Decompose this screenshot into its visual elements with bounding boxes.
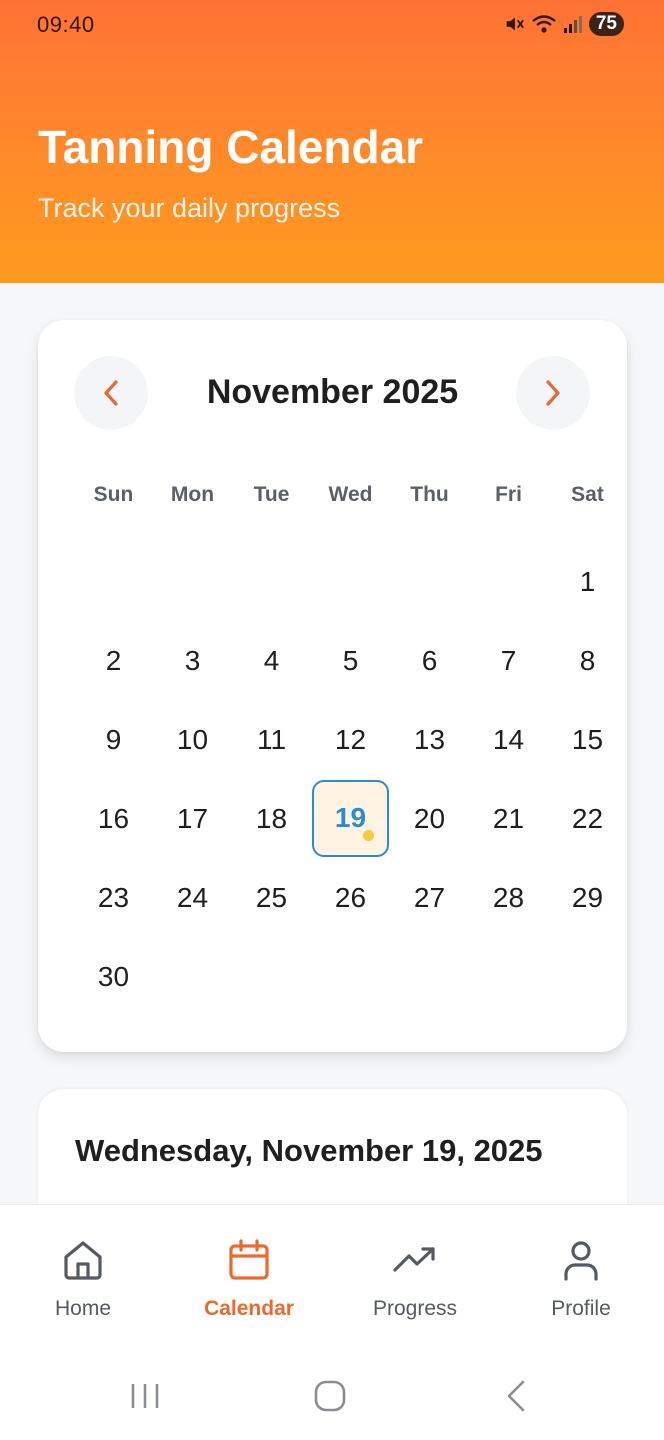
event-indicator-dot <box>363 830 374 841</box>
weekday-label: Fri <box>495 483 522 506</box>
weekday-label: Sun <box>93 483 134 506</box>
calendar-day[interactable]: 11 <box>232 700 311 779</box>
calendar-day[interactable]: 3 <box>153 621 232 700</box>
status-bar: 09:40 75 <box>0 0 664 52</box>
calendar-day[interactable]: 29 <box>548 858 627 937</box>
recent-apps-icon[interactable] <box>125 1376 165 1416</box>
system-navigation-bar <box>0 1348 664 1440</box>
calendar-day[interactable]: 7 <box>469 621 548 700</box>
nav-label-profile: Profile <box>551 1297 611 1320</box>
weekday-label: Sat <box>571 483 604 506</box>
calendar-day[interactable]: 30 <box>74 937 153 1016</box>
calendar-day[interactable]: 14 <box>469 700 548 779</box>
calendar-day[interactable]: 22 <box>548 779 627 858</box>
calendar-day[interactable]: 2 <box>74 621 153 700</box>
calendar-day[interactable]: 16 <box>74 779 153 858</box>
weekday-label: Tue <box>253 483 290 506</box>
calendar-day[interactable]: 21 <box>469 779 548 858</box>
mute-icon <box>506 17 524 31</box>
bottom-navigation: Home Calendar Progress Profile <box>0 1204 664 1348</box>
page-title: Tanning Calendar <box>38 121 424 173</box>
selected-date-title: Wednesday, November 19, 2025 <box>75 1133 543 1168</box>
nav-item-calendar[interactable]: Calendar <box>166 1205 332 1345</box>
chevron-right-icon <box>546 380 560 406</box>
calendar-card: November 2025 Sun Mon Tue Wed Thu Fri Sat 1234… <box>38 320 627 1052</box>
calendar-day[interactable]: 24 <box>153 858 232 937</box>
calendar-day[interactable]: 26 <box>311 858 390 937</box>
calendar-day-selected[interactable]: 19 <box>312 780 389 857</box>
calendar-day[interactable]: 28 <box>469 858 548 937</box>
status-time: 09:40 <box>37 12 95 37</box>
back-icon[interactable] <box>497 1376 537 1416</box>
nav-label-progress: Progress <box>372 1297 458 1320</box>
calendar-day[interactable]: 6 <box>390 621 469 700</box>
nav-label-home: Home <box>54 1297 112 1320</box>
calendar-day[interactable]: 15 <box>548 700 627 779</box>
calendar-day[interactable]: 4 <box>232 621 311 700</box>
home-circle-icon[interactable] <box>310 1376 350 1416</box>
calendar-day[interactable]: 5 <box>311 621 390 700</box>
calendar-day[interactable]: 27 <box>390 858 469 937</box>
nav-item-home[interactable]: Home <box>0 1205 166 1345</box>
calendar-day[interactable]: 18 <box>232 779 311 858</box>
calendar-day[interactable]: 13 <box>390 700 469 779</box>
weekday-label: Wed <box>328 483 373 506</box>
signal-icon <box>563 16 582 33</box>
user-icon <box>564 1241 598 1281</box>
weekday-label: Mon <box>170 483 215 506</box>
calendar-day[interactable]: 17 <box>153 779 232 858</box>
weekday-label: Thu <box>410 483 449 506</box>
calendar-day[interactable]: 8 <box>548 621 627 700</box>
calendar-day[interactable]: 10 <box>153 700 232 779</box>
app-header: 09:40 75 Tanning Calendar Track your dai… <box>0 0 664 283</box>
battery-indicator: 75 <box>588 12 624 36</box>
wifi-icon <box>532 15 556 33</box>
nav-label-calendar: Calendar <box>204 1297 294 1320</box>
nav-item-profile[interactable]: Profile <box>498 1205 664 1345</box>
calendar-day[interactable]: 1 <box>548 542 627 621</box>
page-subtitle: Track your daily progress <box>38 193 341 223</box>
calendar-day[interactable]: 23 <box>74 858 153 937</box>
calendar-day[interactable]: 12 <box>311 700 390 779</box>
home-icon <box>64 1241 102 1280</box>
calendar-day[interactable]: 25 <box>232 858 311 937</box>
calendar-day[interactable]: 20 <box>390 779 469 858</box>
calendar-day[interactable]: 9 <box>74 700 153 779</box>
trending-up-icon <box>393 1247 435 1272</box>
status-icons: 75 <box>503 12 624 36</box>
calendar-icon <box>229 1239 269 1280</box>
next-month-button[interactable] <box>516 356 590 430</box>
nav-item-progress[interactable]: Progress <box>332 1205 498 1345</box>
